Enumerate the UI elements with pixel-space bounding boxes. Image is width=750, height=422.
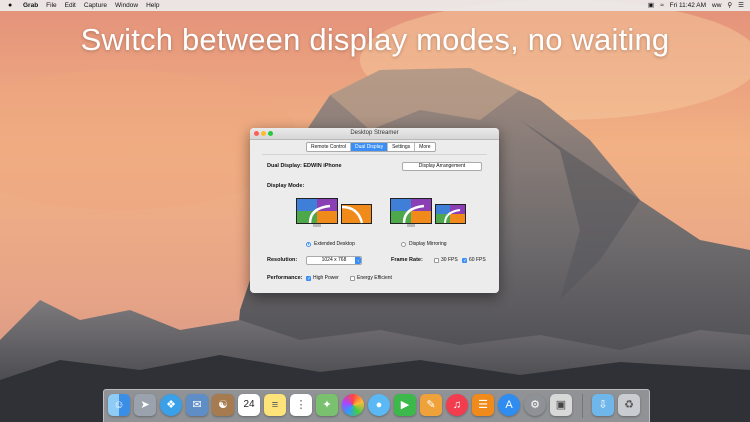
dual-display-panel: Dual Display: EDWIN iPhone Display Arran…: [262, 154, 487, 287]
tab-bar: Remote Control Dual Display Settings Mor…: [306, 142, 436, 152]
extended-desktop-label: Extended Desktop: [314, 241, 355, 247]
notes-icon[interactable]: ≡: [264, 394, 286, 416]
menu-capture[interactable]: Capture: [84, 0, 107, 11]
trash-icon[interactable]: ♻: [618, 394, 640, 416]
app-store-icon[interactable]: A: [498, 394, 520, 416]
extended-desktop-illustration[interactable]: [296, 198, 374, 228]
high-power-label: High Power: [313, 275, 339, 281]
menu-edit[interactable]: Edit: [65, 0, 76, 11]
menu-window[interactable]: Window: [115, 0, 138, 11]
user-menu[interactable]: ww: [712, 0, 721, 11]
checkbox-unchecked-icon: [434, 257, 439, 263]
checkbox-checked-icon: ✓: [462, 257, 468, 264]
high-power-checkbox[interactable]: ✓ High Power: [306, 275, 339, 281]
tab-remote-control[interactable]: Remote Control: [307, 143, 352, 151]
display-mode-label: Display Mode:: [267, 183, 305, 189]
checkbox-unchecked-icon: [350, 275, 355, 281]
display-arrangement-button[interactable]: Display Arrangement: [402, 162, 482, 171]
apple-menu-icon[interactable]: ●: [8, 2, 15, 9]
launchpad-icon[interactable]: ➤: [134, 394, 156, 416]
display-mirroring-radio[interactable]: Display Mirroring: [401, 241, 447, 247]
mail-icon[interactable]: ✉: [186, 394, 208, 416]
dual-display-label: Dual Display: EDWIN iPhone: [267, 163, 342, 169]
extended-desktop-radio[interactable]: Extended Desktop: [306, 241, 355, 247]
radio-selected-icon: [306, 241, 311, 247]
notification-center-icon[interactable]: ☰: [738, 0, 744, 11]
fps-60-label: 60 FPS: [469, 257, 486, 263]
downloads-folder-icon[interactable]: ⇩: [592, 394, 614, 416]
fps-30-checkbox[interactable]: 30 FPS: [434, 257, 458, 263]
safari-icon[interactable]: ❖: [160, 394, 182, 416]
tab-settings[interactable]: Settings: [388, 143, 416, 151]
music-icon[interactable]: ♫: [446, 394, 468, 416]
preview-icon[interactable]: ▣: [550, 394, 572, 416]
window-titlebar[interactable]: Desktop Streamer: [250, 128, 499, 140]
clock[interactable]: Fri 11:42 AM: [670, 0, 706, 11]
wifi-icon[interactable]: ≈: [660, 0, 664, 11]
maps-icon[interactable]: ✦: [316, 394, 338, 416]
dock: ☺ ➤ ❖ ✉ ☯ 24 ≡ ⋮ ✦ ● ▶ ✎ ♫ ☰ A ⚙ ▣ ⇩ ♻: [103, 389, 650, 422]
fps-60-checkbox[interactable]: ✓ 60 FPS: [462, 257, 486, 263]
spotlight-icon[interactable]: ⚲: [727, 0, 732, 11]
resolution-label: Resolution:: [267, 257, 298, 263]
menu-help[interactable]: Help: [146, 0, 159, 11]
dock-separator: [582, 394, 583, 418]
checkbox-checked-icon: ✓: [306, 275, 312, 282]
tab-dual-display[interactable]: Dual Display: [351, 143, 389, 151]
desktop-wallpaper: ● Grab File Edit Capture Window Help ▣ ≈…: [0, 0, 750, 422]
display-mirroring-illustration[interactable]: [390, 198, 468, 228]
performance-label: Performance:: [267, 275, 303, 281]
menu-bar: ● Grab File Edit Capture Window Help ▣ ≈…: [0, 0, 750, 11]
resolution-value: 1024 x 768: [321, 257, 347, 263]
radio-unselected-icon: [401, 241, 406, 247]
fps-30-label: 30 FPS: [441, 257, 458, 263]
photos-icon[interactable]: [342, 394, 364, 416]
window-title: Desktop Streamer: [350, 130, 399, 136]
facetime-icon[interactable]: ▶: [394, 394, 416, 416]
chevron-updown-icon: ↕: [355, 257, 361, 264]
books-icon[interactable]: ☰: [472, 394, 494, 416]
menu-app-name[interactable]: Grab: [23, 0, 38, 11]
calendar-icon[interactable]: 24: [238, 394, 260, 416]
tab-more[interactable]: More: [415, 143, 434, 151]
reminders-icon[interactable]: ⋮: [290, 394, 312, 416]
display-status-icon[interactable]: ▣: [648, 0, 654, 11]
pages-icon[interactable]: ✎: [420, 394, 442, 416]
desktop-streamer-window: Desktop Streamer Remote Control Dual Dis…: [250, 128, 499, 293]
energy-efficient-checkbox[interactable]: Energy Efficient: [350, 275, 392, 281]
system-preferences-icon[interactable]: ⚙: [524, 394, 546, 416]
resolution-select[interactable]: 1024 x 768 ↕: [306, 256, 362, 265]
promo-headline: Switch between display modes, no waiting: [80, 22, 670, 57]
finder-icon[interactable]: ☺: [108, 394, 130, 416]
display-mirroring-label: Display Mirroring: [409, 241, 447, 247]
messages-icon[interactable]: ●: [368, 394, 390, 416]
contacts-icon[interactable]: ☯: [212, 394, 234, 416]
frame-rate-label: Frame Rate:: [391, 257, 423, 263]
energy-efficient-label: Energy Efficient: [357, 275, 392, 281]
menu-file[interactable]: File: [46, 0, 56, 11]
